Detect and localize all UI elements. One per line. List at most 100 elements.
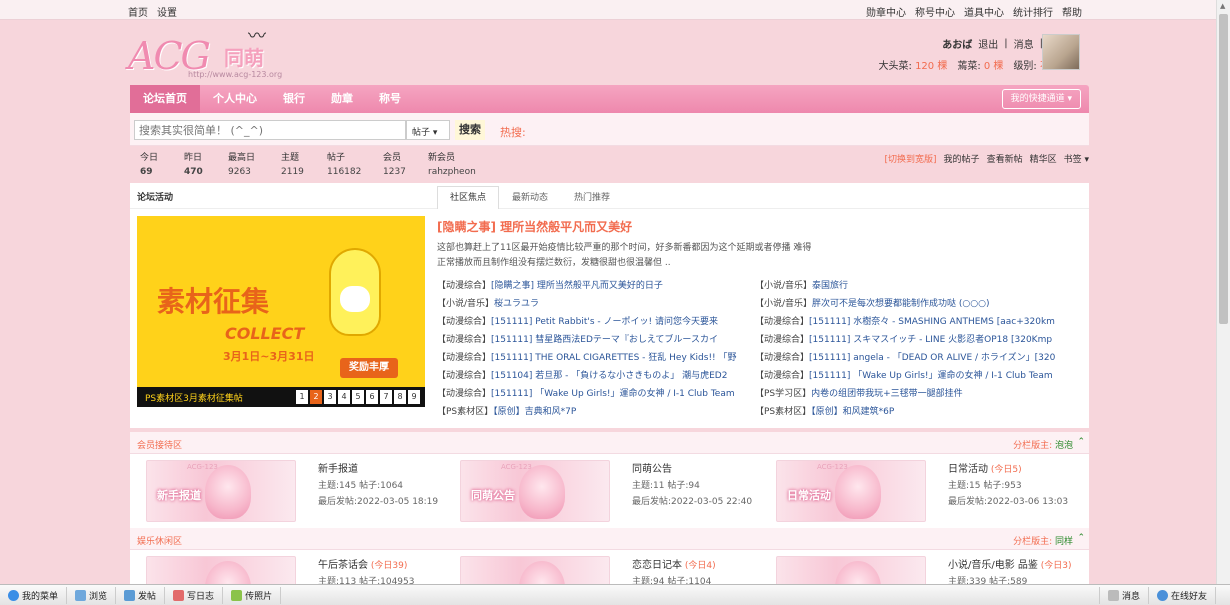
- site-logo[interactable]: 〰 ACG 同萌 http://www.acg-123.org: [128, 22, 318, 82]
- forum-last-post[interactable]: 最后发帖:2022-03-06 13:03: [948, 494, 1088, 510]
- forum-banner[interactable]: ACG-123 新手报道: [146, 460, 296, 522]
- slide-date: 3月1日~3月31日: [223, 350, 315, 363]
- search-button[interactable]: 搜索: [455, 120, 485, 140]
- top-link-items[interactable]: 道具中心: [964, 4, 1004, 19]
- messages-link[interactable]: 消息: [1014, 36, 1034, 51]
- avatar[interactable]: [1042, 34, 1080, 70]
- collapse-icon[interactable]: ⌃: [1077, 533, 1085, 543]
- section-title[interactable]: 娱乐休闲区: [137, 534, 182, 547]
- top-link-settings[interactable]: 设置: [157, 4, 177, 19]
- slide-page-4[interactable]: 4: [338, 390, 350, 404]
- forum-name[interactable]: 同萌公告: [632, 464, 672, 475]
- hot-search-label: 热搜:: [500, 126, 526, 139]
- top-link-titles[interactable]: 称号中心: [915, 4, 955, 19]
- write-log-button[interactable]: 写日志: [165, 586, 224, 604]
- list-item[interactable]: 【PS素材区】【原创】吉典和风*7P: [437, 404, 737, 417]
- list-item[interactable]: 【小说/音乐】胖次可不是每次想要都能制作成功哒 (○○○): [755, 296, 1055, 309]
- slide-page-3[interactable]: 3: [324, 390, 336, 404]
- list-item[interactable]: 【动漫综合】[151111] THE ORAL CIGARETTES - 狂乱 …: [437, 350, 737, 363]
- section-title[interactable]: 会员接待区: [137, 438, 182, 451]
- slide-page-7[interactable]: 7: [380, 390, 392, 404]
- top-link-medals[interactable]: 勋章中心: [866, 4, 906, 19]
- my-menu-button[interactable]: 我的菜单: [0, 586, 68, 604]
- nav-bank[interactable]: 银行: [270, 85, 318, 113]
- forum-last-post[interactable]: 最后发帖:2022-03-05 22:40: [632, 494, 772, 510]
- scrollbar-thumb[interactable]: [1219, 14, 1228, 324]
- tab-focus[interactable]: 社区焦点: [437, 186, 500, 209]
- list-item[interactable]: 【PS素材区】【原创】和风建筑*6P: [755, 404, 1055, 417]
- nav-forum-home[interactable]: 论坛首页: [130, 85, 200, 113]
- page-scrollbar[interactable]: ▲ ▼: [1216, 0, 1230, 605]
- slide-page-6[interactable]: 6: [366, 390, 378, 404]
- forum-last-post[interactable]: 最后发帖:2022-03-05 18:19: [318, 494, 458, 510]
- list-item[interactable]: 【动漫综合】[151111] スキマスイッチ - LINE 火影忍者OP18 […: [755, 332, 1055, 345]
- slide-pagination: 1 2 3 4 5 6 7 8 9: [296, 390, 420, 404]
- collapse-icon[interactable]: ⌃: [1077, 437, 1085, 447]
- friends-icon: [1156, 590, 1168, 601]
- top-bar: 首页 设置 勋章中心 称号中心 道具中心 统计排行 帮助: [0, 0, 1230, 20]
- tab-latest[interactable]: 最新动态: [499, 186, 561, 209]
- forum-name[interactable]: 小说/音乐/电影 品鉴: [948, 560, 1038, 571]
- mail-icon: [1107, 590, 1119, 601]
- list-item[interactable]: 【动漫综合】[151111] 水樹奈々 - SMASHING ANTHEMS […: [755, 314, 1055, 327]
- list-item[interactable]: 【小说/音乐】泰国旅行: [755, 278, 1055, 291]
- top-link-help[interactable]: 帮助: [1062, 4, 1082, 19]
- list-item[interactable]: 【动漫综合】[151111] angela - 「DEAD OR ALIVE /…: [755, 350, 1055, 363]
- section-moderator: 分栏版主: 泡泡: [1013, 441, 1073, 451]
- slide-page-9[interactable]: 9: [408, 390, 420, 404]
- list-item[interactable]: 【动漫综合】[151111] Petit Rabbit's - ノーポイッ! 请…: [437, 314, 737, 327]
- forum-counts: 主题:15 帖子:953: [948, 481, 1022, 491]
- nav-medals[interactable]: 勋章: [318, 85, 366, 113]
- forum-name[interactable]: 日常活动: [948, 464, 988, 475]
- switch-wide-link[interactable]: [切换到宽版]: [885, 152, 937, 165]
- search-type-select[interactable]: 帖子 ▾: [406, 120, 450, 140]
- browse-icon: [75, 589, 87, 601]
- list-item[interactable]: 【动漫综合】[151104] 若旦那 - 「負けるな小さきものよ」 潮与虎ED2: [437, 368, 737, 381]
- scroll-up-icon[interactable]: ▲: [1220, 2, 1225, 10]
- stat-members: 会员 1237: [383, 153, 406, 177]
- post-button[interactable]: 发帖: [116, 586, 166, 604]
- forum-banner[interactable]: ACG-123 日常活动: [776, 460, 926, 522]
- top-link-ranking[interactable]: 统计排行: [1013, 4, 1053, 19]
- slide-page-1[interactable]: 1: [296, 390, 308, 404]
- forum-name[interactable]: 午后茶话会: [318, 560, 368, 571]
- forum-name[interactable]: 恋恋日记本: [632, 560, 682, 571]
- top-link-home[interactable]: 首页: [128, 4, 148, 19]
- banana-mascot-icon: [329, 248, 381, 336]
- upload-photo-button[interactable]: 传照片: [223, 586, 282, 604]
- slide-page-2[interactable]: 2: [310, 390, 322, 404]
- forum-counts: 主题:11 帖子:94: [632, 481, 700, 491]
- stat-topics: 主题 2119: [281, 153, 304, 177]
- slide-page-8[interactable]: 8: [394, 390, 406, 404]
- forum-name[interactable]: 新手报道: [318, 464, 358, 475]
- slide-title: 素材征集: [157, 285, 270, 318]
- forum-banner[interactable]: ACG-123 同萌公告: [460, 460, 610, 522]
- my-posts-link[interactable]: 我的帖子: [944, 152, 980, 165]
- messages-button[interactable]: 消息: [1098, 587, 1149, 604]
- nav-titles[interactable]: 称号: [366, 85, 414, 113]
- list-item[interactable]: 【动漫综合】[隐瞒之事] 理所当然般平凡而又美好的日子: [437, 278, 737, 291]
- list-item[interactable]: 【动漫综合】[151111] 「Wake Up Girls!」運命の女神 / I…: [437, 386, 737, 399]
- list-item[interactable]: 【动漫综合】[151111] 「Wake Up Girls!」運命の女神 / I…: [755, 368, 1055, 381]
- featured-title[interactable]: [隐瞒之事] 理所当然般平凡而又美好: [437, 220, 632, 234]
- stat-new-member: 新会员 rahzpheon: [428, 153, 476, 177]
- username-link[interactable]: あおば: [942, 36, 972, 51]
- quick-access-button[interactable]: 我的快捷通道 ▾: [1001, 89, 1081, 109]
- new-posts-link[interactable]: 查看新帖: [987, 152, 1023, 165]
- nav-personal-center[interactable]: 个人中心: [200, 85, 270, 113]
- search-input[interactable]: [134, 120, 406, 140]
- list-item[interactable]: 【动漫综合】[151111] 彗星路西法EDテーマ『おしえてブルースカイ: [437, 332, 737, 345]
- featured-slide[interactable]: 素材征集 COLLECT 3月1日~3月31日 奖励丰厚 PS素材区3月素材征集…: [137, 216, 425, 407]
- slide-page-5[interactable]: 5: [352, 390, 364, 404]
- online-friends-button[interactable]: 在线好友: [1149, 587, 1216, 604]
- tab-hot[interactable]: 热门推荐: [561, 186, 623, 209]
- forum-counts: 主题:145 帖子:1064: [318, 481, 404, 491]
- bottom-toolbar: 我的菜单 浏览 发帖 写日志 传照片 消息 在线好友: [0, 584, 1230, 605]
- digest-link[interactable]: 精华区: [1030, 152, 1057, 165]
- bookmarks-link[interactable]: 书签 ▾: [1064, 152, 1089, 165]
- list-item[interactable]: 【PS学习区】内卷の组团带我玩+三毬带一腿部挂件: [755, 386, 1055, 399]
- toolbox: [切换到宽版] 我的帖子 查看新帖 精华区 书签 ▾: [885, 152, 1089, 165]
- browse-button[interactable]: 浏览: [67, 586, 117, 604]
- logout-link[interactable]: 退出: [978, 36, 998, 51]
- list-item[interactable]: 【小说/音乐】桜ユラユラ: [437, 296, 737, 309]
